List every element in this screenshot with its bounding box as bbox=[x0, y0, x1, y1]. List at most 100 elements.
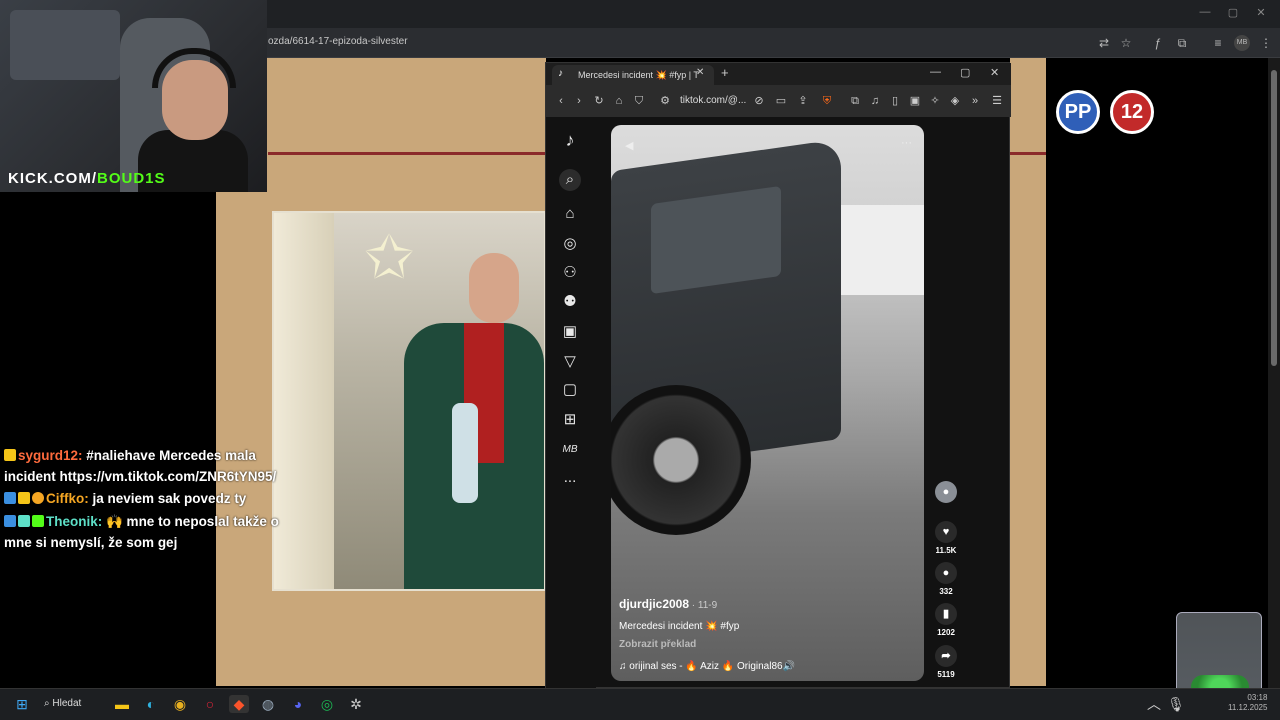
menu-kebab-icon[interactable]: ⋮ bbox=[1258, 35, 1274, 51]
brave-shield-icon[interactable]: ⛨ bbox=[820, 94, 834, 108]
taskbar-clock[interactable]: 03:18 11.12.2025 bbox=[1228, 693, 1267, 713]
chat-username: Ciffko: bbox=[46, 491, 89, 506]
video-music[interactable]: ♫ orijinal ses - 🔥 Aziz 🔥 Original86🔊 bbox=[619, 661, 795, 672]
like-count: 11.5K bbox=[935, 546, 957, 555]
address-url[interactable]: ozda/6614-17-epizoda-silvester bbox=[268, 36, 408, 47]
chat-text: ja neviem sak povedz ty bbox=[88, 491, 247, 506]
upload-icon[interactable]: ⊞ bbox=[559, 409, 581, 431]
translate-link[interactable]: Zobrazit překlad bbox=[619, 639, 696, 650]
minimize-button[interactable]: — bbox=[1196, 6, 1214, 22]
microphone-icon[interactable]: 🎙 bbox=[1166, 695, 1186, 713]
app-gear-icon[interactable]: ✲ bbox=[346, 695, 366, 713]
back-icon[interactable]: ‹ bbox=[554, 94, 568, 108]
search-label: Hledat bbox=[52, 698, 82, 709]
tiktok-tab[interactable]: Mercedesi incident 💥 #fyp | T bbox=[552, 65, 714, 85]
clock-date: 11.12.2025 bbox=[1228, 703, 1268, 712]
channel-logo-12: 12 bbox=[1110, 90, 1154, 134]
tiktok-browser-window[interactable]: Mercedesi incident 💥 #fyp | T ♪ ✕ + — ▢ … bbox=[545, 62, 1011, 689]
heart-icon[interactable]: ♥ bbox=[935, 521, 957, 543]
popup-close-icon[interactable]: ✕ bbox=[990, 66, 999, 79]
music-icon[interactable]: ♫ bbox=[868, 94, 882, 108]
friends-icon[interactable]: ⚉ bbox=[559, 291, 581, 313]
profile-avatar[interactable]: MB bbox=[1234, 35, 1250, 51]
file-explorer-icon[interactable]: ▬ bbox=[112, 695, 132, 713]
chrome-icon[interactable]: ◉ bbox=[170, 695, 190, 713]
share-action[interactable]: ➦ 5119 bbox=[931, 645, 961, 679]
live-icon[interactable]: ▣ bbox=[559, 321, 581, 343]
extension-icon[interactable]: ƒ bbox=[1150, 35, 1166, 51]
bookmark-icon[interactable]: ⛉ bbox=[632, 94, 646, 108]
sidebar-more[interactable]: ... bbox=[559, 467, 581, 489]
kick-watermark: KICK.COM/BOUD1S bbox=[8, 170, 166, 187]
reload-icon[interactable]: ↻ bbox=[592, 94, 606, 108]
share-arrow-icon[interactable]: ➦ bbox=[935, 645, 957, 667]
steam-icon[interactable]: ◍ bbox=[258, 695, 278, 713]
chat-message: sygurd12: #naliehave Mercedes mala incid… bbox=[4, 445, 304, 487]
webcam-overlay: KICK.COM/BOUD1S bbox=[0, 0, 267, 192]
popup-maximize-icon[interactable]: ▢ bbox=[960, 66, 970, 79]
mute-icon[interactable]: ◀ bbox=[625, 139, 633, 152]
episode-video-scene[interactable]: ✩ bbox=[272, 211, 546, 591]
like-action[interactable]: ♥ 11.5K bbox=[931, 521, 961, 555]
comment-count: 332 bbox=[939, 587, 953, 596]
car-wheel bbox=[611, 385, 751, 535]
more-icon[interactable]: » bbox=[968, 94, 982, 108]
spotify-icon[interactable]: ◎ bbox=[317, 695, 337, 713]
forward-icon[interactable]: › bbox=[572, 94, 586, 108]
video-menu-icon[interactable]: ··· bbox=[901, 137, 912, 149]
webcam-bed bbox=[10, 10, 120, 80]
verified-badge-icon bbox=[4, 515, 16, 527]
bookmark-save-icon[interactable]: ▮ bbox=[935, 603, 957, 625]
cast-icon[interactable]: ▭ bbox=[774, 94, 788, 108]
tiktok-logo-icon[interactable]: ♪ bbox=[559, 129, 581, 151]
windows-taskbar bbox=[0, 688, 1280, 720]
activity-icon[interactable]: ▢ bbox=[559, 379, 581, 401]
star-decoration-icon: ✩ bbox=[364, 224, 415, 291]
leo-ai-icon[interactable]: ✧ bbox=[928, 94, 942, 108]
explore-icon[interactable]: ◎ bbox=[559, 233, 581, 255]
save-action[interactable]: ▮ 1202 bbox=[931, 603, 961, 637]
edge-icon[interactable]: ◐ bbox=[141, 695, 161, 713]
home-icon[interactable]: ⌂ bbox=[612, 94, 626, 108]
vpn-icon[interactable]: ◈ bbox=[948, 94, 962, 108]
comment-action[interactable]: ● 332 bbox=[931, 562, 961, 596]
maximize-button[interactable]: ▢ bbox=[1224, 6, 1242, 22]
new-tab-icon[interactable]: + bbox=[721, 65, 729, 80]
sidebar-profile[interactable]: MB bbox=[559, 439, 581, 461]
author-avatar[interactable]: ● bbox=[931, 481, 961, 506]
video-author[interactable]: djurdjic2008 · 11-9 bbox=[619, 597, 717, 611]
bookmark-star-icon[interactable]: ☆ bbox=[1118, 35, 1134, 51]
tiktok-url[interactable]: tiktok.com/@... bbox=[680, 95, 746, 106]
translate-icon[interactable]: ⇄ bbox=[1096, 35, 1112, 51]
comment-icon[interactable]: ● bbox=[935, 562, 957, 584]
tiktok-video-player[interactable]: ◀ ··· djurdjic2008 · 11-9 Mercedesi inci… bbox=[611, 125, 924, 681]
share-icon[interactable]: ⇪ bbox=[796, 94, 810, 108]
tiktok-favicon-icon: ♪ bbox=[558, 68, 563, 79]
opera-icon[interactable]: ○ bbox=[200, 695, 220, 713]
discord-icon[interactable]: ◕ bbox=[288, 695, 308, 713]
media-control-icon[interactable]: ≡ bbox=[1210, 35, 1226, 51]
sidebar-toggle-icon[interactable]: ▯ bbox=[888, 94, 902, 108]
messages-send-icon[interactable]: ▽ bbox=[559, 351, 581, 373]
site-info-icon[interactable]: ⚙ bbox=[658, 94, 672, 108]
extensions-icon[interactable]: ⧉ bbox=[848, 94, 862, 108]
author-username[interactable]: djurdjic2008 bbox=[619, 597, 689, 611]
sub-badge-icon bbox=[32, 492, 44, 504]
following-icon[interactable]: ⚇ bbox=[559, 262, 581, 284]
close-button[interactable]: ✕ bbox=[1252, 6, 1270, 22]
tab-close-icon[interactable]: ✕ bbox=[696, 67, 704, 78]
hamburger-menu-icon[interactable]: ☰ bbox=[990, 94, 1004, 108]
block-icon[interactable]: ⊘ bbox=[752, 94, 766, 108]
tray-expand-icon[interactable]: ︿ bbox=[1144, 695, 1164, 713]
wallet-icon[interactable]: ▣ bbox=[908, 94, 922, 108]
windows-start-icon[interactable]: ⊞ bbox=[12, 695, 32, 713]
post-date: · 11-9 bbox=[689, 600, 718, 611]
popup-minimize-icon[interactable]: — bbox=[930, 66, 941, 78]
taskbar-search[interactable]: ⌕ Hledat bbox=[44, 694, 102, 714]
search-icon[interactable]: ⌕ bbox=[559, 169, 581, 191]
puzzle-icon[interactable]: ⧉ bbox=[1174, 35, 1190, 51]
home-feed-icon[interactable]: ⌂ bbox=[559, 203, 581, 225]
brave-icon[interactable]: ◆ bbox=[229, 695, 249, 713]
bottle bbox=[452, 403, 478, 503]
scrollbar-thumb[interactable] bbox=[1271, 70, 1277, 366]
